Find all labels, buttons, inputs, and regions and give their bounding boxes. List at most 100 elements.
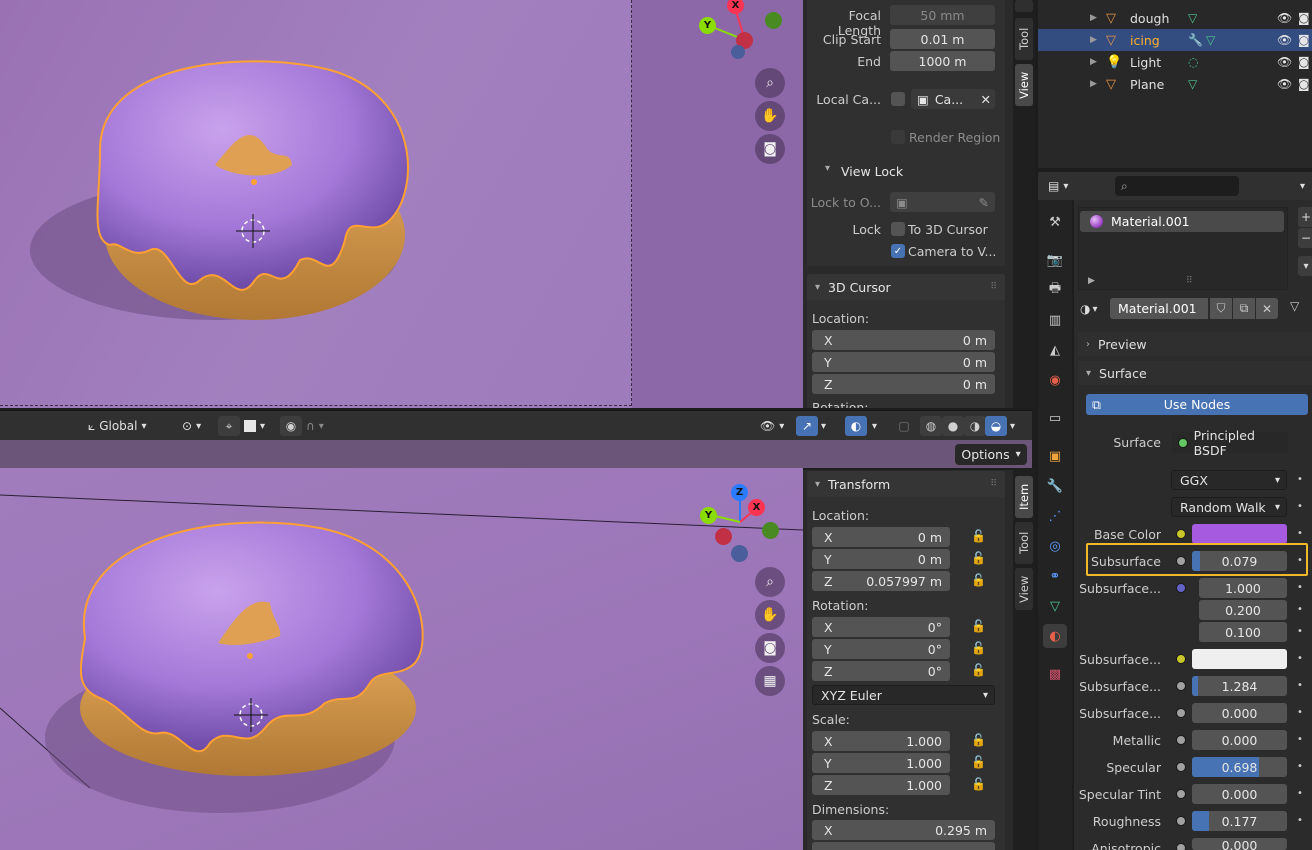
eye-icon[interactable]: 👁 xyxy=(1277,11,1292,25)
modifier-tab-icon[interactable]: 🔧 xyxy=(1043,474,1067,498)
texture-tab-icon[interactable]: ▩ xyxy=(1043,662,1067,686)
location-y-field[interactable]: Y0 m xyxy=(812,549,950,569)
proportional-edit-icon[interactable]: ◉ xyxy=(280,416,302,436)
location-x-field[interactable]: X0 m xyxy=(812,527,950,547)
use-nodes-button[interactable]: ⧉ Use Nodes xyxy=(1086,394,1308,415)
keyframe-dot-icon[interactable]: • xyxy=(1297,653,1303,664)
physics-tab-icon[interactable]: ◎ xyxy=(1043,534,1067,558)
clip-start-field[interactable]: 0.01 m xyxy=(890,29,995,49)
gizmo-neg-y[interactable] xyxy=(765,12,782,29)
camera-render-icon[interactable]: ◙ xyxy=(1298,33,1310,47)
keyframe-dot-icon[interactable]: • xyxy=(1297,761,1303,772)
tab-view-top[interactable]: View xyxy=(1015,64,1033,106)
subsurface-radius-y-field[interactable]: 0.200 xyxy=(1199,600,1287,620)
value-socket-icon[interactable] xyxy=(1176,708,1186,718)
overlays-dropdown[interactable]: ▾ xyxy=(872,416,877,436)
eye-icon[interactable]: 👁 xyxy=(1277,55,1292,69)
perspective-grid-icon[interactable]: ▦ xyxy=(755,666,785,696)
subsurface-radius-z-field[interactable]: 0.100 xyxy=(1199,622,1287,642)
gizmo-z-axis[interactable]: Z xyxy=(731,484,748,501)
pivot-dropdown[interactable]: ⊙ ▾ xyxy=(182,416,201,436)
gizmo-neg-z[interactable] xyxy=(731,45,745,59)
roughness-slider[interactable]: 0.177 xyxy=(1192,811,1287,831)
cursor-y-field[interactable]: Y0 m xyxy=(812,352,995,372)
metallic-slider[interactable]: 0.000 xyxy=(1192,730,1287,750)
falloff-dropdown[interactable]: ∩ ▾ xyxy=(306,416,324,436)
pan-hand-icon[interactable]: ✋ xyxy=(755,101,785,131)
color-socket-icon[interactable] xyxy=(1176,529,1186,539)
gizmo-x-axis[interactable]: X xyxy=(748,499,765,516)
transform-orientation-dropdown[interactable]: ⟀ Global ▾ xyxy=(88,416,147,436)
base-color-swatch[interactable] xyxy=(1192,524,1287,544)
3d-viewport[interactable]: Z X Y ⌕ ✋ ◙ ▦ xyxy=(0,468,803,850)
gizmo-y-axis[interactable]: Y xyxy=(700,507,717,524)
rotation-z-field[interactable]: Z 0° xyxy=(812,661,950,681)
visibility-dropdown[interactable]: 👁 ▾ xyxy=(760,416,784,436)
expand-triangle-icon[interactable]: ▶ xyxy=(1090,79,1097,89)
keyframe-dot-icon[interactable]: • xyxy=(1297,707,1303,718)
tool-tab-icon[interactable]: ⚒ xyxy=(1043,210,1067,234)
clip-end-field[interactable]: 1000 m xyxy=(890,51,995,71)
camera-render-icon[interactable]: ◙ xyxy=(1298,77,1310,91)
camera-render-icon[interactable]: ◙ xyxy=(1298,55,1310,69)
chevron-down-icon[interactable]: ▾ xyxy=(825,163,830,174)
expand-triangle-icon[interactable]: ▶ xyxy=(1090,57,1097,67)
keyframe-dot-icon[interactable]: • xyxy=(1297,815,1303,826)
subsurface-anisotropy-slider[interactable]: 0.000 xyxy=(1192,703,1287,723)
tab-tool-top[interactable]: Tool xyxy=(1015,18,1033,60)
material-tab-icon[interactable]: ◐ xyxy=(1043,624,1067,648)
preview-panel-header[interactable]: › Preview xyxy=(1078,332,1312,356)
eye-icon[interactable]: 👁 xyxy=(1277,77,1292,91)
lock-icon[interactable]: 🔓 xyxy=(971,777,986,791)
surface-shader-field[interactable]: Principled BSDF xyxy=(1172,428,1288,458)
keyframe-dot-icon[interactable]: • xyxy=(1297,501,1303,512)
data-tab-icon[interactable]: ▽ xyxy=(1043,594,1067,618)
specular-tint-slider[interactable]: 0.000 xyxy=(1192,784,1287,804)
gizmo-y-axis[interactable]: Y xyxy=(699,17,716,34)
value-socket-icon[interactable] xyxy=(1176,816,1186,826)
value-socket-icon[interactable] xyxy=(1176,735,1186,745)
render-region-checkbox[interactable] xyxy=(891,130,905,144)
drag-grip-icon[interactable]: ⠿ xyxy=(990,282,997,292)
surface-panel-header[interactable]: ▾ Surface xyxy=(1078,361,1312,385)
eye-icon[interactable]: 👁 xyxy=(1277,33,1292,47)
lock-to-object-field[interactable]: ▣ ✎ xyxy=(890,192,995,212)
xray-icon[interactable]: ▢ xyxy=(893,416,915,436)
keyframe-dot-icon[interactable]: • xyxy=(1297,528,1303,539)
cursor-z-field[interactable]: Z0 m xyxy=(812,374,995,394)
outliner-row-icing[interactable]: ▶ ▽ icing 🔧 ▽ 👁 ◙ xyxy=(1038,29,1312,51)
scale-z-field[interactable]: Z 1.000 xyxy=(812,775,950,795)
value-socket-icon[interactable] xyxy=(1176,843,1186,850)
camera-to-view-checkbox[interactable]: ✓ xyxy=(891,244,905,258)
eyedropper-icon[interactable]: ✎ xyxy=(979,195,989,210)
overlays-toggle-icon[interactable]: ◐ xyxy=(845,416,867,436)
subsurface-method-dropdown[interactable]: Random Walk ▾ xyxy=(1171,497,1287,517)
output-tab-icon[interactable]: 🖶 xyxy=(1043,278,1067,302)
add-slot-button[interactable]: + xyxy=(1298,207,1312,227)
keyframe-dot-icon[interactable]: • xyxy=(1297,626,1303,637)
gizmo-neg-x[interactable] xyxy=(715,528,732,545)
scale-x-field[interactable]: X 1.000 xyxy=(812,731,950,751)
expand-triangle-icon[interactable]: ▶ xyxy=(1090,35,1097,45)
view-lock-title[interactable]: View Lock xyxy=(841,164,903,179)
distribution-dropdown[interactable]: GGX ▾ xyxy=(1171,470,1287,490)
lock-icon[interactable]: 🔓 xyxy=(971,641,986,655)
world-tab-icon[interactable]: ◉ xyxy=(1043,368,1067,392)
options-dropdown[interactable]: Options ▾ xyxy=(955,444,1027,465)
donut-render-top[interactable] xyxy=(0,0,803,408)
keyframe-dot-icon[interactable]: • xyxy=(1297,582,1303,593)
zoom-icon[interactable]: ⌕ xyxy=(755,68,785,98)
local-camera-checkbox[interactable] xyxy=(891,92,905,106)
lock-icon[interactable]: 🔓 xyxy=(971,733,986,747)
lock-icon[interactable]: 🔓 xyxy=(971,755,986,769)
keyframe-dot-icon[interactable]: • xyxy=(1297,788,1303,799)
link-mode-icon[interactable]: ▽ xyxy=(1290,299,1299,313)
subsurface-color-swatch[interactable] xyxy=(1192,649,1287,669)
transform-header[interactable]: ▾ Transform ⠿ xyxy=(807,471,1005,497)
tab-tool[interactable]: Tool xyxy=(1015,522,1033,564)
navigation-gizmo-top[interactable]: X Y xyxy=(697,0,797,70)
material-slot-item[interactable]: Material.001 xyxy=(1080,211,1284,232)
clear-x-icon[interactable]: ✕ xyxy=(981,92,995,107)
keyframe-dot-icon[interactable]: • xyxy=(1297,734,1303,745)
tab-view[interactable]: View xyxy=(1015,568,1033,610)
